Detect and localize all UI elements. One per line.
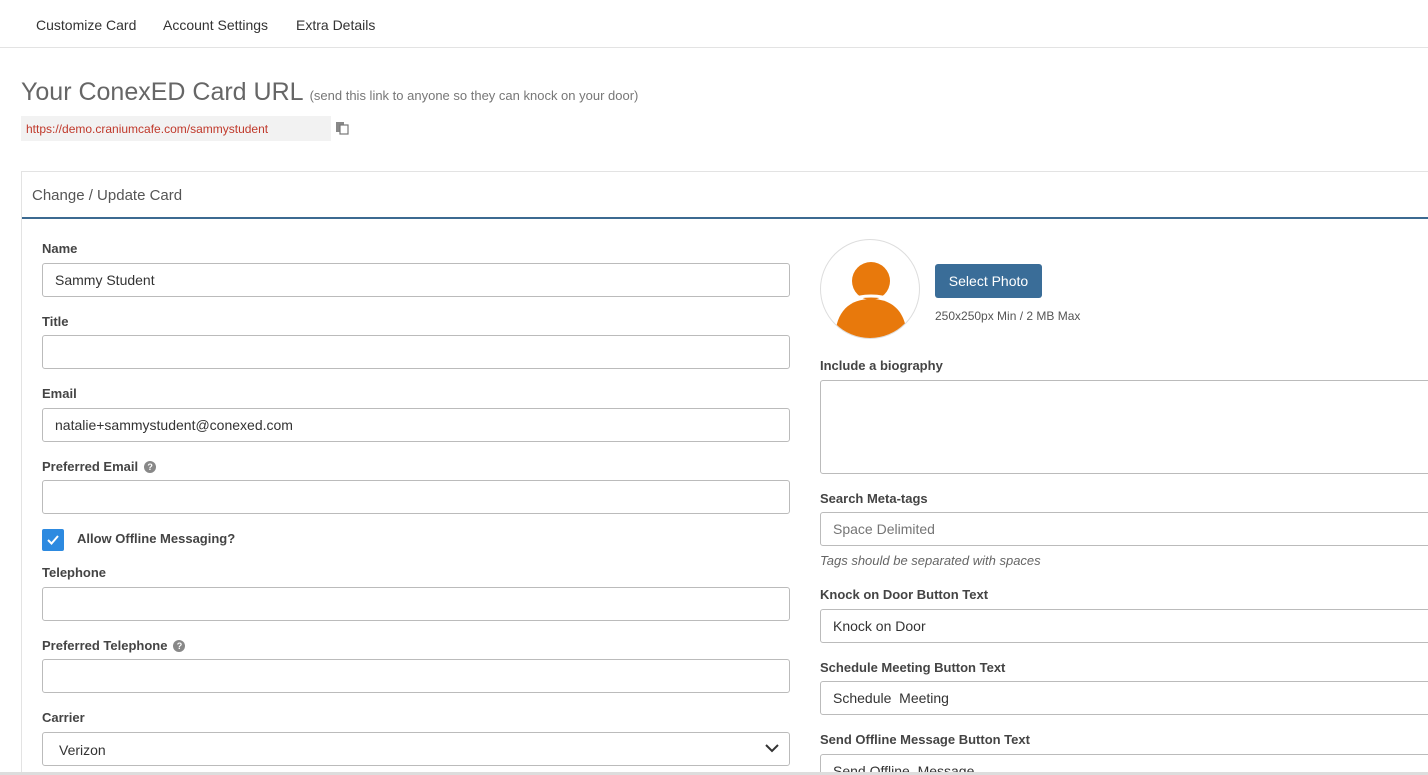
name-label: Name <box>42 241 78 256</box>
preferred-email-label-row: Preferred Email? <box>42 459 157 474</box>
copy-icon[interactable] <box>335 121 349 135</box>
title-label: Title <box>42 314 69 329</box>
name-input[interactable] <box>42 263 790 297</box>
top-nav: Customize Card Account Settings Extra De… <box>0 0 1428 48</box>
schedule-button-text-input[interactable] <box>820 681 1428 715</box>
preferred-telephone-label-row: Preferred Telephone? <box>42 638 186 653</box>
tab-account-settings[interactable]: Account Settings <box>163 17 268 33</box>
preferred-email-input[interactable] <box>42 480 790 514</box>
help-icon[interactable]: ? <box>144 461 157 473</box>
bio-textarea[interactable] <box>820 380 1428 474</box>
knock-button-text-label: Knock on Door Button Text <box>820 587 989 602</box>
tab-extra-details[interactable]: Extra Details <box>296 17 375 33</box>
panel-header: Change / Update Card <box>22 172 1428 219</box>
card-url-heading: Your ConexED Card URL (send this link to… <box>21 78 638 107</box>
title-input[interactable] <box>42 335 790 369</box>
preferred-email-label: Preferred Email <box>42 459 139 474</box>
telephone-input[interactable] <box>42 587 790 621</box>
preferred-telephone-label: Preferred Telephone <box>42 638 168 653</box>
knock-button-text-input[interactable] <box>820 609 1428 643</box>
card-url-title: Your ConexED Card URL <box>21 78 303 106</box>
carrier-select[interactable]: Verizon <box>42 732 790 766</box>
telephone-label: Telephone <box>42 565 107 580</box>
avatar <box>820 239 920 339</box>
user-silhouette-icon <box>835 262 907 338</box>
tab-customize-card[interactable]: Customize Card <box>36 17 136 33</box>
email-label: Email <box>42 386 77 401</box>
bio-label: Include a biography <box>820 358 943 373</box>
carrier-value: Verizon <box>59 742 106 758</box>
offline-message-button-text-label: Send Offline Message Button Text <box>820 732 1030 747</box>
card-url-hint: (send this link to anyone so they can kn… <box>309 88 639 103</box>
select-photo-button[interactable]: Select Photo <box>935 264 1042 298</box>
help-icon[interactable]: ? <box>173 640 186 652</box>
preferred-telephone-input[interactable] <box>42 659 790 693</box>
chevron-down-icon <box>765 744 779 753</box>
check-icon <box>47 535 59 545</box>
offline-messaging-checkbox[interactable] <box>42 529 64 551</box>
card-url-value[interactable]: https://demo.craniumcafe.com/sammystuden… <box>21 116 331 141</box>
carrier-label: Carrier <box>42 710 85 725</box>
meta-tags-hint: Tags should be separated with spaces <box>820 553 1041 568</box>
photo-size-hint: 250x250px Min / 2 MB Max <box>935 309 1081 323</box>
meta-tags-input[interactable] <box>820 512 1428 546</box>
schedule-button-text-label: Schedule Meeting Button Text <box>820 660 1006 675</box>
meta-tags-label: Search Meta-tags <box>820 491 928 506</box>
offline-messaging-label: Allow Offline Messaging? <box>77 531 236 546</box>
panel-title: Change / Update Card <box>32 187 183 204</box>
email-input[interactable] <box>42 408 790 442</box>
